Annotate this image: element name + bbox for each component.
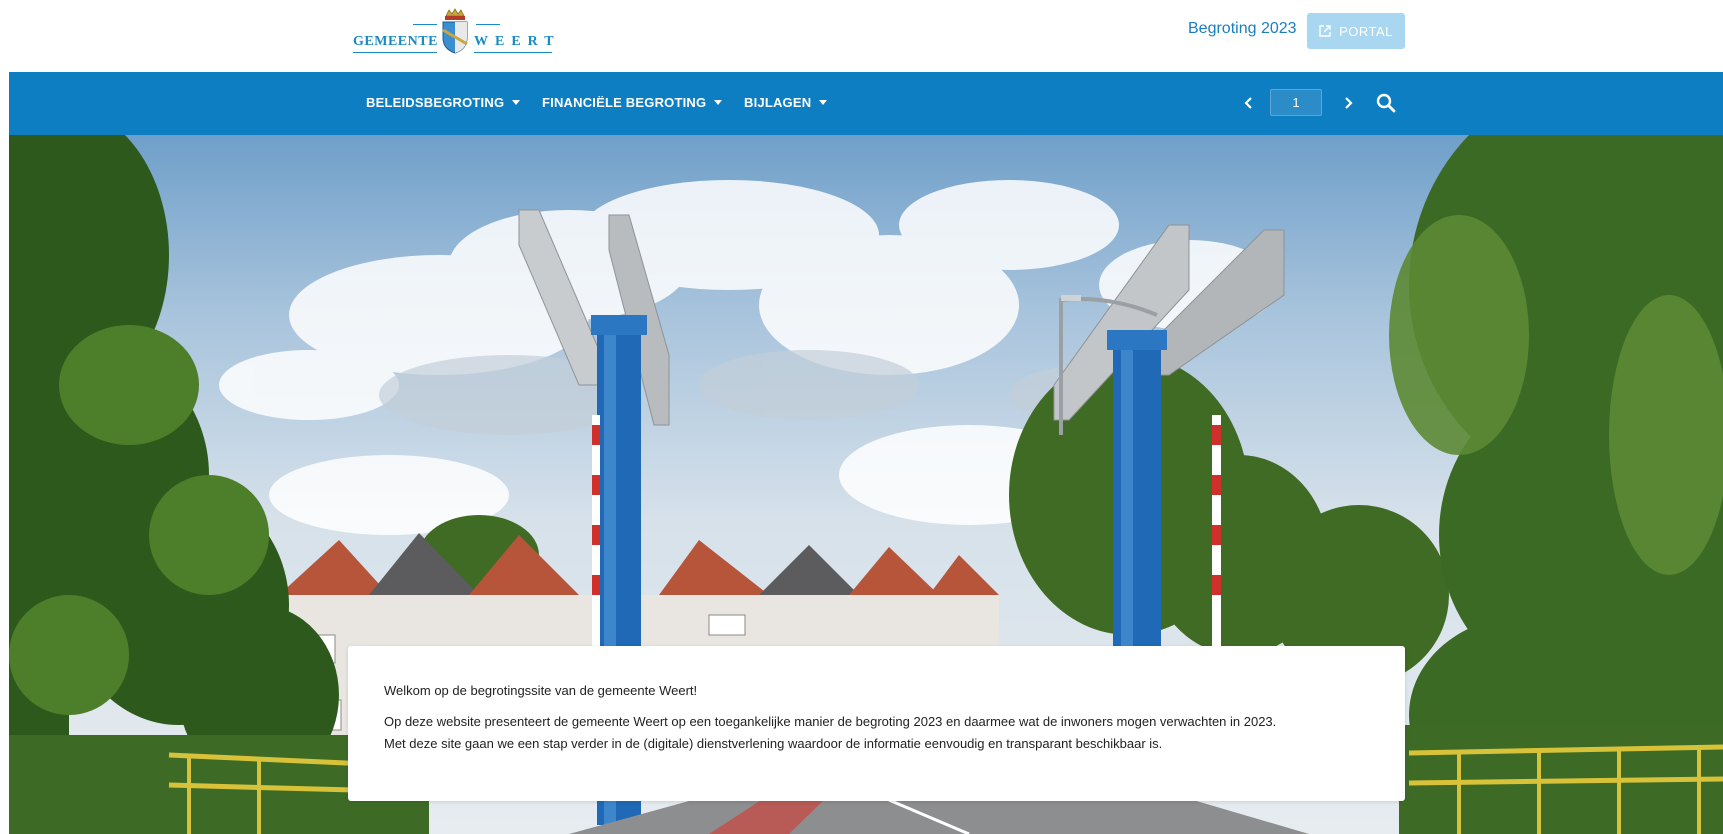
main-navigation: BELEIDSBEGROTING FINANCIËLE BEGROTING BI… — [9, 72, 1723, 135]
search-icon[interactable] — [1375, 92, 1397, 114]
nav-item-bijlagen[interactable]: BIJLAGEN — [744, 95, 828, 110]
chevron-down-icon — [819, 100, 828, 105]
nav-item-label: BIJLAGEN — [744, 95, 812, 110]
nav-item-financiele-begroting[interactable]: FINANCIËLE BEGROTING — [542, 95, 723, 110]
gemeente-weert-logo[interactable]: GEMEENTE WEERT — [353, 6, 554, 58]
chevron-down-icon — [512, 100, 521, 105]
nav-item-label: FINANCIËLE BEGROTING — [542, 95, 707, 110]
chevron-down-icon — [714, 100, 723, 105]
budget-year-link[interactable]: Begroting 2023 — [1188, 20, 1297, 38]
logo-line — [413, 24, 437, 25]
logo-line — [474, 52, 552, 53]
portal-label: PORTAL — [1339, 23, 1393, 39]
portal-button[interactable]: PORTAL — [1307, 13, 1405, 49]
external-link-icon — [1319, 25, 1331, 37]
site-header: GEMEENTE WEERT Begroting 2023 PORTAL — [9, 0, 1723, 72]
crest-icon — [442, 8, 468, 54]
welcome-card: Welkom op de begrotingssite van de gemee… — [348, 646, 1405, 801]
chevron-left-icon[interactable] — [1240, 94, 1258, 112]
page-number-input[interactable] — [1270, 89, 1322, 116]
nav-item-label: BELEIDSBEGROTING — [366, 95, 505, 110]
intro-text-line-2: Met deze site gaan we een stap verder in… — [384, 736, 1163, 751]
logo-text-weert: WEERT — [474, 34, 561, 49]
intro-text-line-1: Op deze website presenteert de gemeente … — [384, 714, 1277, 729]
logo-line — [353, 52, 437, 53]
logo-text-gemeente: GEMEENTE — [353, 34, 438, 49]
chevron-right-icon[interactable] — [1339, 94, 1357, 112]
logo-line — [476, 24, 500, 25]
nav-item-beleidsbegroting[interactable]: BELEIDSBEGROTING — [366, 95, 521, 110]
welcome-heading: Welkom op de begrotingssite van de gemee… — [384, 683, 698, 698]
